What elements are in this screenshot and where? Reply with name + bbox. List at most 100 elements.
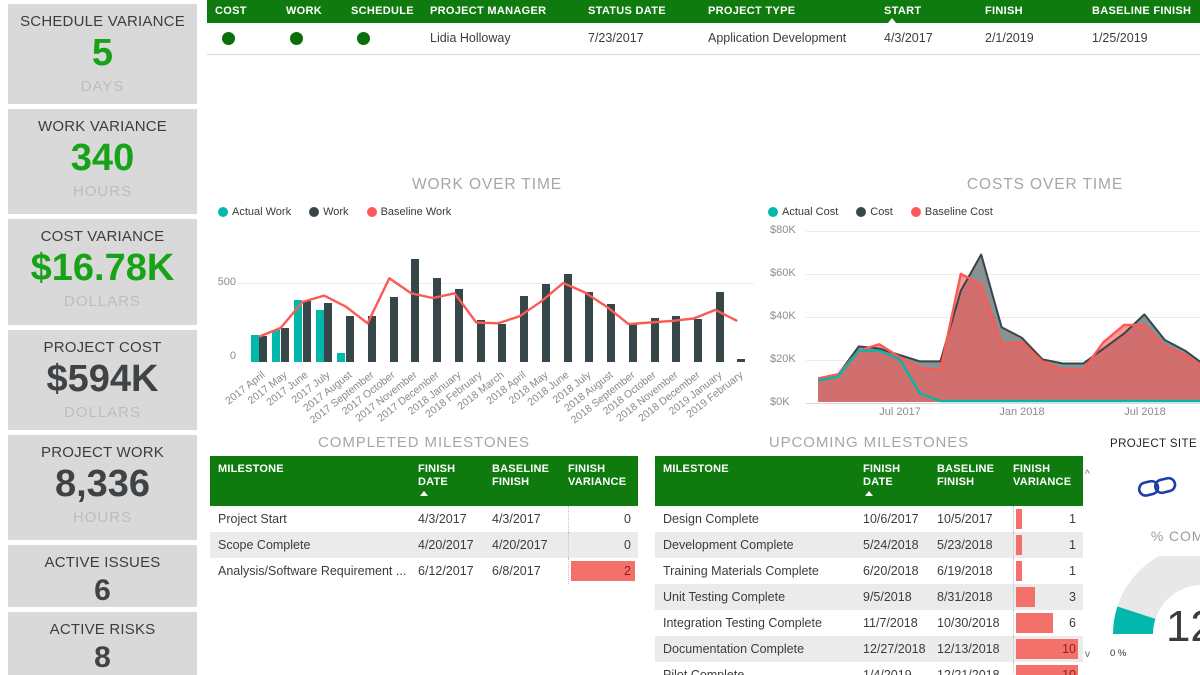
kpi-unit: DOLLARS: [8, 293, 197, 310]
kpi-title: COST VARIANCE: [8, 228, 197, 245]
milestone-finish-date: 5/24/2018: [863, 538, 919, 552]
milestone-row[interactable]: Documentation Complete12/27/201812/13/20…: [655, 636, 1083, 662]
kpi-value: $16.78K: [8, 249, 197, 289]
milestone-row[interactable]: Pilot Complete1/4/201912/21/201810: [655, 662, 1083, 675]
milestone-finish-date: 6/20/2018: [863, 564, 919, 578]
info-col-status-date[interactable]: STATUS DATE: [588, 5, 666, 17]
kpi-title: ACTIVE ISSUES: [8, 554, 197, 571]
milestone-name: Analysis/Software Requirement ...: [218, 564, 406, 578]
finish-variance-cell: 1: [1013, 532, 1084, 558]
legend-item-baseline-cost[interactable]: Baseline Cost: [911, 206, 993, 218]
milestones-col-milestone[interactable]: MILESTONE: [218, 463, 408, 476]
info-value: 4/3/2017: [884, 31, 933, 45]
variance-value: 2: [624, 564, 631, 578]
milestones-col-finish-variance[interactable]: FINISH VARIANCE: [568, 463, 636, 489]
legend-label: Actual Work: [232, 206, 291, 218]
kpi-card-schedule-variance[interactable]: SCHEDULE VARIANCE5DAYS: [8, 4, 197, 104]
milestone-row[interactable]: Analysis/Software Requirement ...6/12/20…: [210, 558, 638, 584]
kpi-card-work-variance[interactable]: WORK VARIANCE340HOURS: [8, 109, 197, 214]
milestone-name: Integration Testing Complete: [663, 616, 822, 630]
kpi-unit: HOURS: [8, 509, 197, 526]
legend-item-cost[interactable]: Cost: [856, 206, 893, 218]
info-col-start[interactable]: START: [884, 5, 921, 17]
legend-item-baseline-work[interactable]: Baseline Work: [367, 206, 452, 218]
milestone-row[interactable]: Development Complete5/24/20185/23/20181: [655, 532, 1083, 558]
info-col-schedule[interactable]: SCHEDULE: [351, 5, 414, 17]
info-col-baseline-finish[interactable]: BASELINE FINISH: [1092, 5, 1191, 17]
milestone-baseline-finish: 4/3/2017: [492, 512, 541, 526]
info-col-work[interactable]: WORK: [286, 5, 322, 17]
info-value: Application Development: [708, 31, 846, 45]
milestone-row[interactable]: Training Materials Complete6/20/20186/19…: [655, 558, 1083, 584]
sort-ascending-icon: [420, 491, 428, 496]
kpi-value: 6: [8, 575, 197, 607]
milestones-header: MILESTONE FINISH DATE BASELINE FINISHFINIS…: [655, 456, 1083, 506]
milestone-baseline-finish: 6/8/2017: [492, 564, 541, 578]
variance-value: 6: [1069, 616, 1076, 630]
milestone-row[interactable]: Unit Testing Complete9/5/20188/31/20183: [655, 584, 1083, 610]
legend-item-actual-cost[interactable]: Actual Cost: [768, 206, 838, 218]
kpi-unit: DOLLARS: [8, 404, 197, 421]
sort-ascending-icon: [865, 491, 873, 496]
variance-value: 1: [1069, 512, 1076, 526]
milestone-finish-date: 4/3/2017: [418, 512, 467, 526]
milestone-finish-date: 9/5/2018: [863, 590, 912, 604]
milestone-finish-date: 1/4/2019: [863, 668, 912, 675]
milestone-row[interactable]: Integration Testing Complete11/7/201810/…: [655, 610, 1083, 636]
info-value: Lidia Holloway: [430, 31, 511, 45]
milestones-col-baseline-finish[interactable]: BASELINE FINISH: [492, 463, 564, 489]
finish-variance-cell: 0: [568, 506, 639, 532]
legend-label: Baseline Work: [381, 206, 452, 218]
milestones-col-finish-date[interactable]: FINISH DATE: [863, 463, 929, 489]
kpi-card-project-cost[interactable]: PROJECT COST $594K DOLLARS: [8, 330, 197, 430]
kpi-value: 8: [8, 642, 197, 674]
legend-dot: [218, 207, 228, 217]
legend-item-actual-work[interactable]: Actual Work: [218, 206, 291, 218]
milestone-row[interactable]: Scope Complete4/20/20174/20/20170: [210, 532, 638, 558]
link-icon[interactable]: [1136, 472, 1178, 502]
finish-variance-cell: 1: [1013, 558, 1084, 584]
kpi-title: SCHEDULE VARIANCE: [8, 13, 197, 30]
milestone-finish-date: 4/20/2017: [418, 538, 474, 552]
milestone-finish-date: 10/6/2017: [863, 512, 919, 526]
milestone-row[interactable]: Project Start4/3/20174/3/20170: [210, 506, 638, 532]
milestone-row[interactable]: Design Complete10/6/201710/5/20171: [655, 506, 1083, 532]
legend-item-work[interactable]: Work: [309, 206, 348, 218]
scroll-up-arrow[interactable]: ^: [1085, 470, 1090, 480]
variance-value: 1: [1069, 538, 1076, 552]
costs-ytick: $60K: [770, 267, 796, 279]
kpi-title: ACTIVE RISKS: [8, 621, 197, 638]
info-col-project-type[interactable]: PROJECT TYPE: [708, 5, 795, 17]
kpi-value: $594K: [8, 360, 197, 400]
milestone-baseline-finish: 10/30/2018: [937, 616, 1000, 630]
milestone-baseline-finish: 12/21/2018: [937, 668, 1000, 675]
milestone-finish-date: 12/27/2018: [863, 642, 926, 656]
upcoming-milestones-title: UPCOMING MILESTONES: [655, 434, 1083, 451]
milestones-col-finish-variance[interactable]: FINISH VARIANCE: [1013, 463, 1081, 489]
milestones-col-milestone[interactable]: MILESTONE: [663, 463, 853, 476]
milestones-col-baseline-finish[interactable]: BASELINE FINISH: [937, 463, 1009, 489]
kpi-unit: HOURS: [8, 183, 197, 200]
kpi-card-active-issues[interactable]: ACTIVE ISSUES 6: [8, 545, 197, 607]
legend-label: Baseline Cost: [925, 206, 993, 218]
info-col-project-manager[interactable]: PROJECT MANAGER: [430, 5, 546, 17]
kpi-card-active-risks[interactable]: ACTIVE RISKS 8: [8, 612, 197, 675]
baseline-work-line: [248, 238, 748, 362]
milestones-col-finish-date[interactable]: FINISH DATE: [418, 463, 484, 489]
info-col-cost[interactable]: COST: [215, 5, 247, 17]
legend-label: Cost: [870, 206, 893, 218]
scroll-down-arrow[interactable]: v: [1085, 650, 1090, 660]
finish-variance-cell: 1: [1013, 506, 1084, 532]
info-value: 7/23/2017: [588, 31, 644, 45]
work-ytick-500: 500: [206, 276, 236, 288]
kpi-title: PROJECT COST: [8, 339, 197, 356]
finish-variance-cell: 0: [568, 532, 639, 558]
kpi-value: 8,336: [8, 465, 197, 505]
info-col-finish[interactable]: FINISH: [985, 5, 1023, 17]
milestone-baseline-finish: 8/31/2018: [937, 590, 993, 604]
schedule-status-dot: [357, 32, 370, 45]
legend-dot: [768, 207, 778, 217]
kpi-card-cost-variance[interactable]: COST VARIANCE $16.78K DOLLARS: [8, 219, 197, 325]
costs-plot[interactable]: [818, 228, 1200, 406]
finish-variance-cell: 2: [568, 558, 639, 584]
